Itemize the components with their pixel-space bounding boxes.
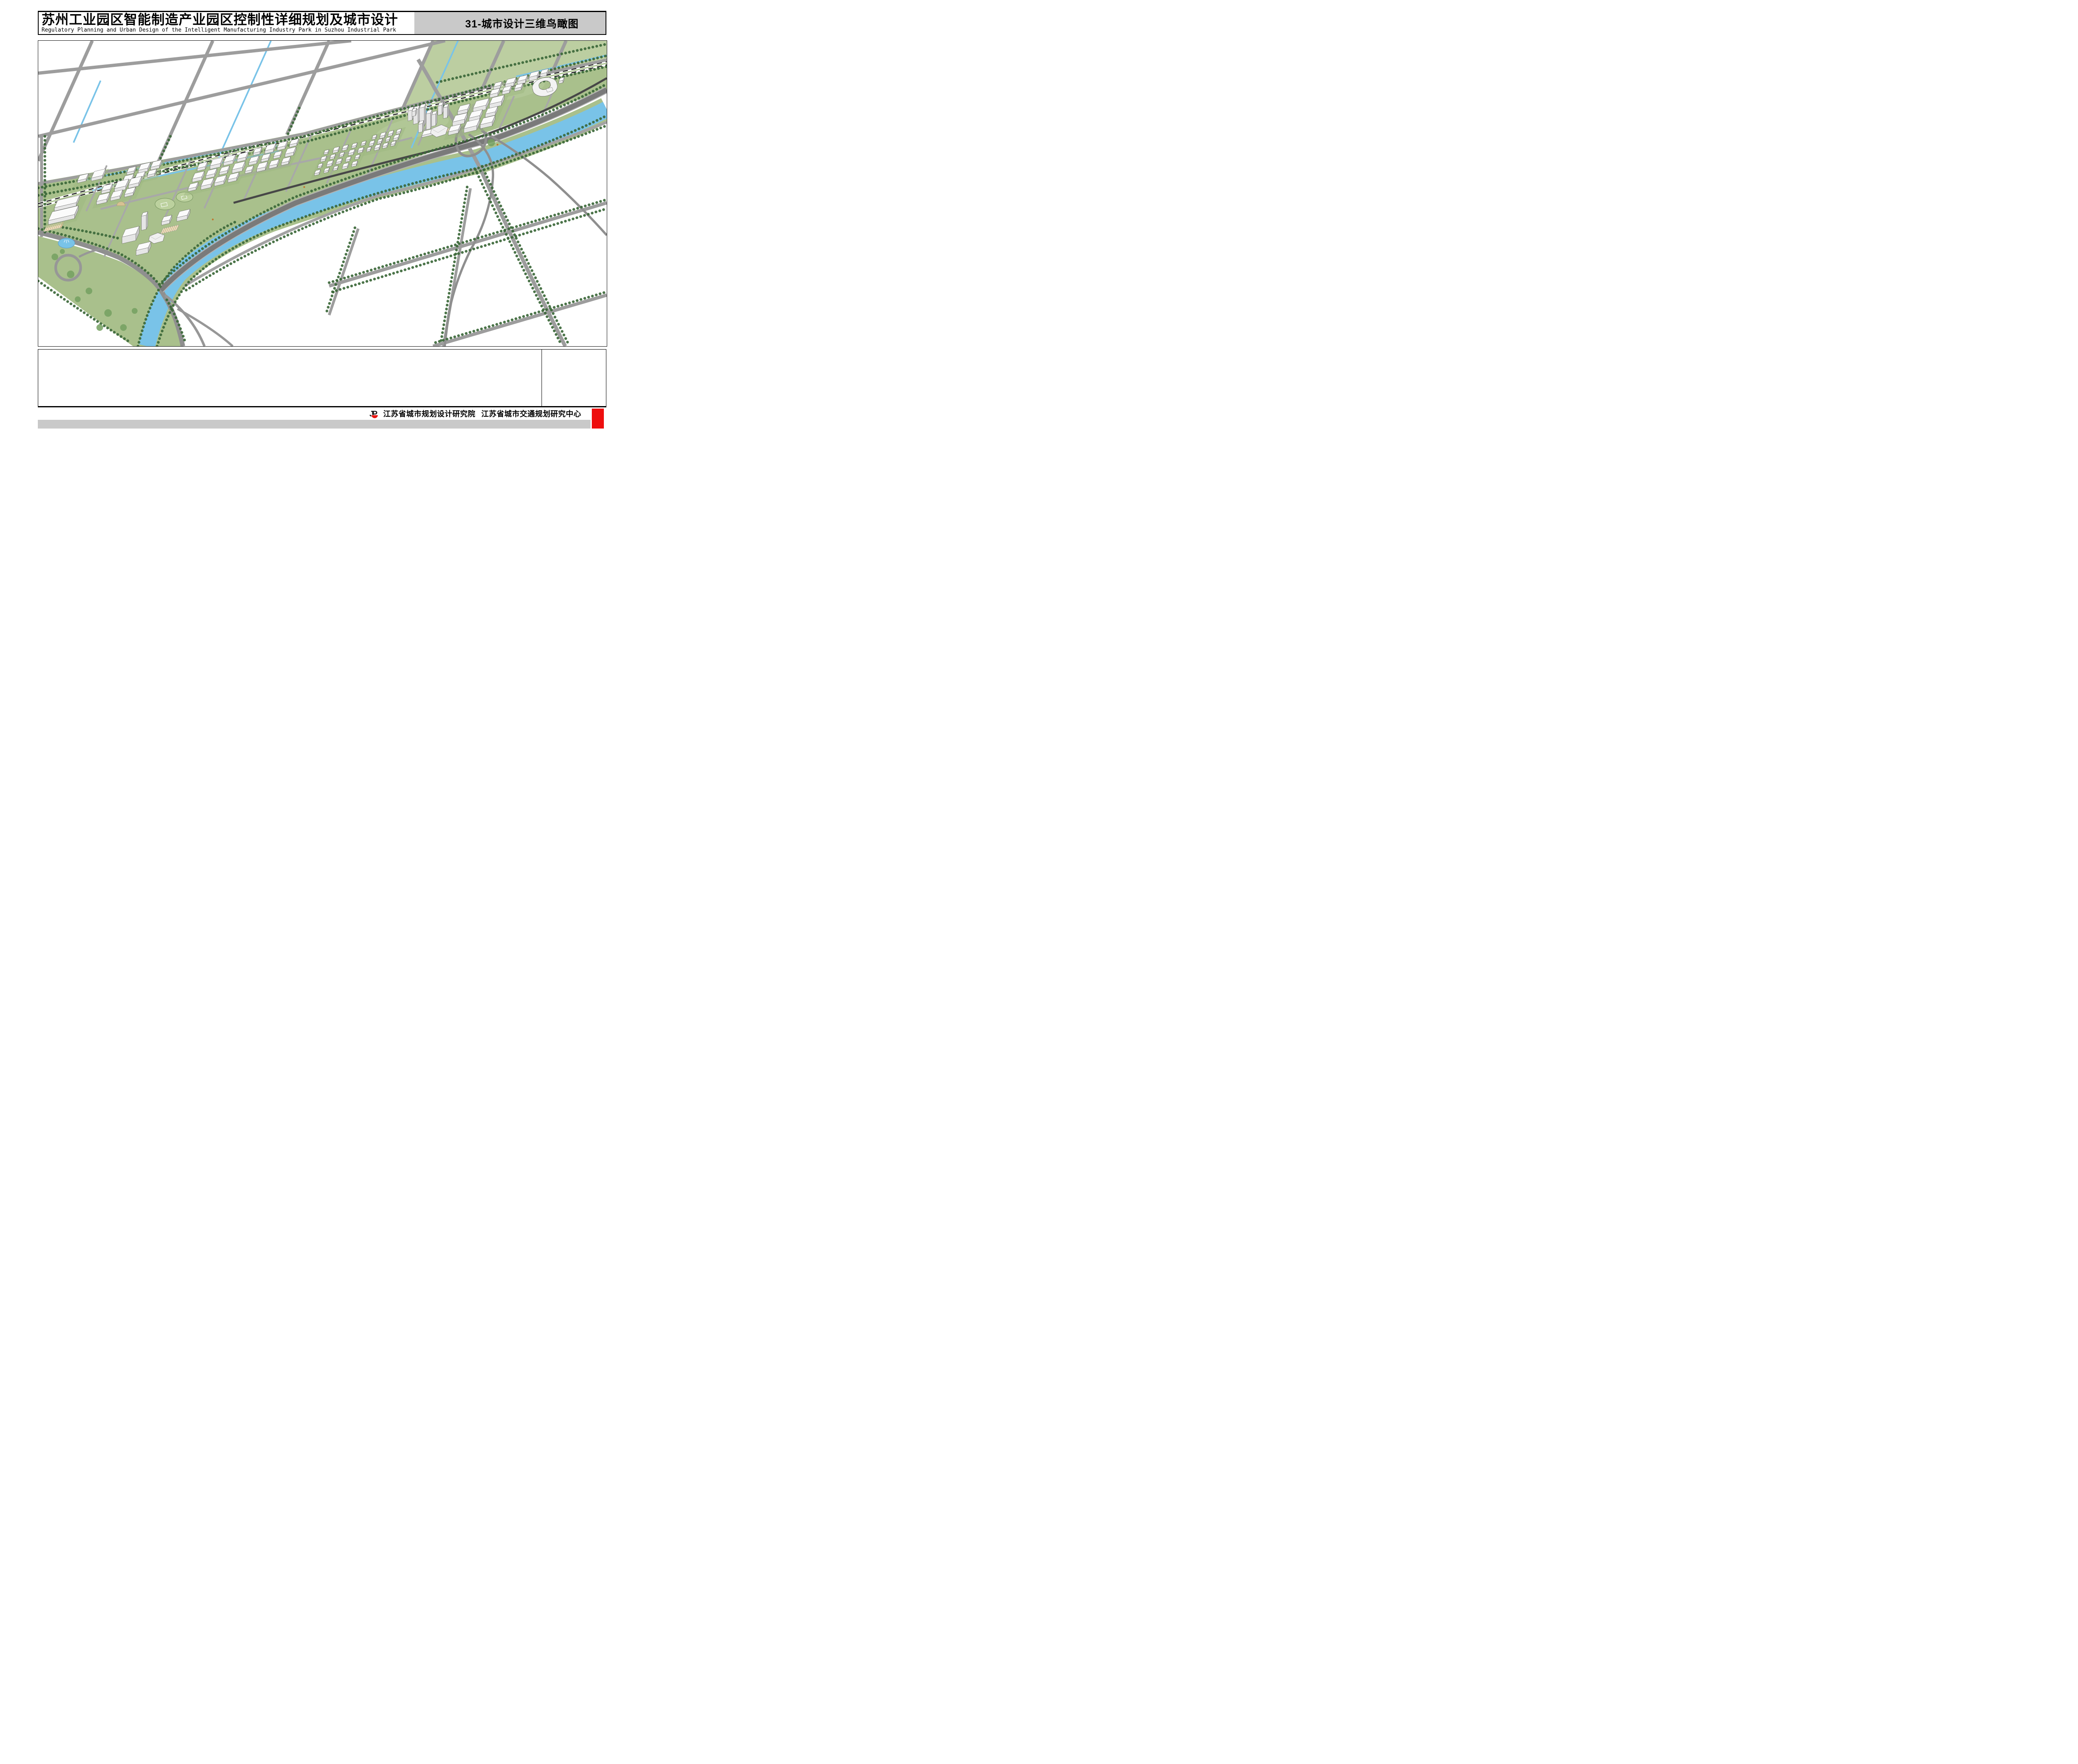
footer-organizations: 江苏省城市规划设计研究院江苏省城市交通规划研究中心 (383, 409, 581, 419)
sheet-number-label: 31-城市设计三维鸟瞰图 (414, 12, 606, 34)
title-block: 苏州工业园区智能制造产业园区控制性详细规划及城市设计 Regulatory Pl… (38, 11, 606, 35)
org-name-2: 江苏省城市交通规划研究中心 (481, 410, 581, 418)
birdseye-svg (38, 41, 607, 346)
footer-gray-bar (38, 420, 591, 429)
page-subtitle: Regulatory Planning and Urban Design of … (42, 27, 414, 33)
birdseye-rendering-frame (38, 40, 607, 347)
org-name-1: 江苏省城市规划设计研究院 (383, 410, 475, 418)
jsupdi-logo-icon: JP (369, 409, 380, 419)
notes-box (38, 349, 606, 407)
plan-sheet-page: 苏州工业园区智能制造产业园区控制性详细规划及城市设计 Regulatory Pl… (0, 0, 623, 441)
title-area: 苏州工业园区智能制造产业园区控制性详细规划及城市设计 Regulatory Pl… (39, 12, 414, 34)
footer-credit: JP 江苏省城市规划设计研究院江苏省城市交通规划研究中心 (0, 409, 623, 420)
red-corner-mark (592, 409, 604, 429)
page-title: 苏州工业园区智能制造产业园区控制性详细规划及城市设计 (42, 12, 414, 27)
